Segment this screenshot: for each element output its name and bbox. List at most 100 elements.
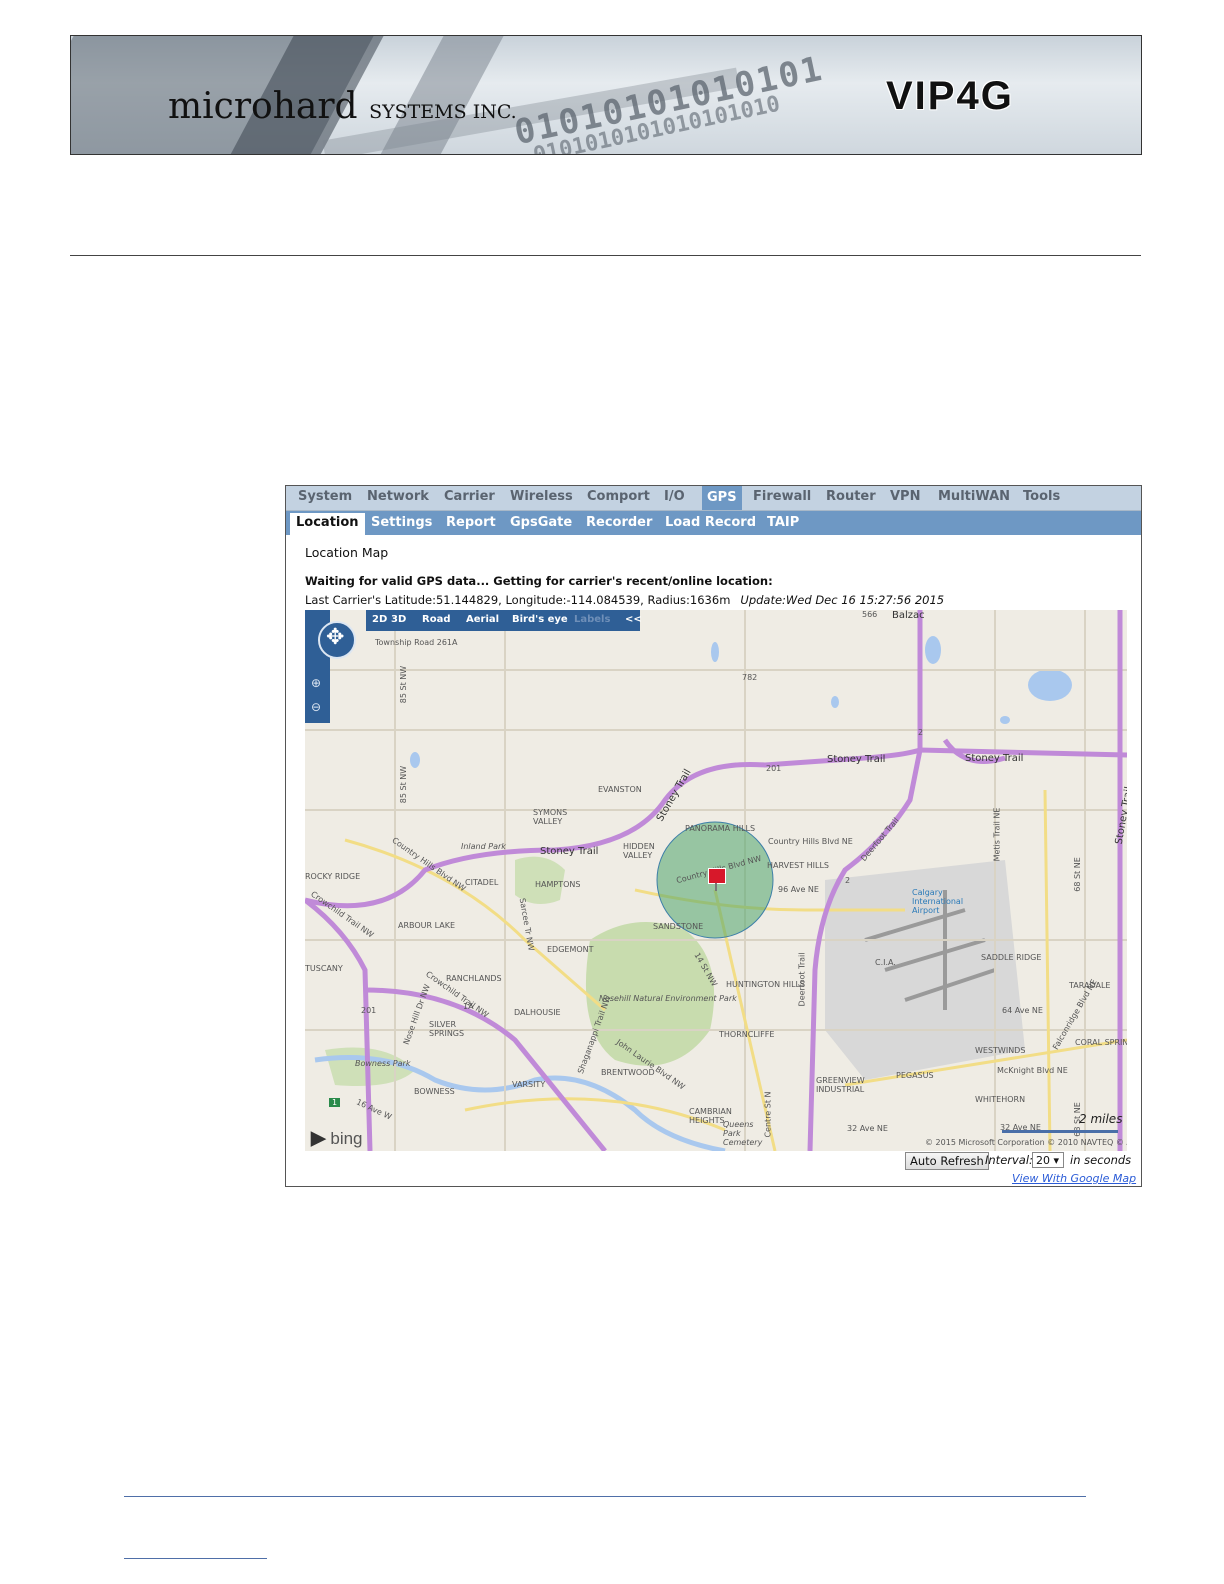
menu-item-firewall[interactable]: Firewall [753, 489, 811, 504]
interval-select[interactable]: 20 ▾ [1032, 1152, 1064, 1168]
map-label: RANCHLANDS [446, 974, 502, 983]
tab-settings[interactable]: Settings [371, 515, 432, 530]
highway-shield: 201 [766, 764, 782, 773]
update-timestamp: Update:Wed Dec 16 15:27:56 2015 [740, 593, 945, 607]
highway-shield: 2 [918, 728, 924, 737]
map-label: 85 St NW [399, 765, 409, 804]
menu-item-gps[interactable]: GPS [702, 486, 742, 510]
map-scale-label: 2 miles [1079, 1112, 1123, 1126]
map-label: Stoney Trail [827, 754, 886, 765]
carrier-coordinates: Last Carrier's Latitude:51.144829, Longi… [305, 593, 731, 607]
product-name: VIP4G [886, 74, 1014, 118]
map-label: Country Hills Blvd NE [768, 837, 853, 846]
bing-label: bing [330, 1129, 363, 1148]
menu-item-network[interactable]: Network [367, 489, 429, 504]
map-label: ROCKY RIDGE [305, 872, 361, 881]
interval-unit: in seconds [1070, 1153, 1132, 1167]
map-label: VARSITY [512, 1080, 546, 1089]
tab-taip[interactable]: TAIP [767, 515, 799, 530]
tab-location[interactable]: Location [290, 513, 365, 535]
map-label: HIDDEN VALLEY [623, 842, 655, 860]
map-label: HUNTINGTON HILLS [726, 980, 806, 989]
footer-rule [124, 1496, 1086, 1497]
footer-link-underline [124, 1558, 267, 1559]
logo-suffix: SYSTEMS INC. [369, 101, 517, 123]
map-label: Township Road 261A [375, 638, 458, 647]
tab-report[interactable]: Report [446, 515, 496, 530]
view-3d-button[interactable]: 3D [391, 614, 406, 625]
menu-item-carrier[interactable]: Carrier [444, 489, 495, 504]
tab-gpsgate[interactable]: GpsGate [510, 515, 572, 530]
map-scale-bar [1002, 1130, 1118, 1133]
map-label: Balzac [892, 610, 925, 621]
map-label: WHITEHORN [975, 1095, 1026, 1104]
map-label: Calgary International Airport [912, 888, 964, 915]
map-label: BRENTWOOD [601, 1068, 655, 1077]
pan-compass-icon[interactable] [318, 621, 356, 659]
view-aerial-button[interactable]: Aerial [466, 614, 499, 625]
map-label: SANDSTONE [653, 922, 704, 931]
map-label: EVANSTON [598, 785, 642, 794]
status-message: Waiting for valid GPS data... Getting fo… [305, 574, 773, 588]
view-2d-button[interactable]: 2D [372, 614, 387, 625]
map-label: 68 St NE [1072, 857, 1082, 892]
map-label: GREENVIEW INDUSTRIAL [816, 1076, 865, 1094]
map-copyright: © 2015 Microsoft Corporation © 2010 NAVT… [925, 1138, 1127, 1147]
collapse-toolbar-button[interactable]: << [625, 614, 642, 625]
map-label: 96 Ave NE [778, 885, 819, 894]
map-label: PEGASUS [896, 1071, 934, 1080]
menu-item-system[interactable]: System [298, 489, 352, 504]
bing-logo: ▶ bing [311, 1128, 363, 1149]
interval-label: Interval: [985, 1153, 1033, 1167]
menu-item-router[interactable]: Router [826, 489, 876, 504]
map-label: THORNCLIFFE [719, 1030, 775, 1039]
view-road-button[interactable]: Road [422, 614, 450, 625]
view-birds-eye-button[interactable]: Bird's eye [512, 614, 568, 625]
view-google-map-link[interactable]: View With Google Map [1012, 1172, 1136, 1185]
zoom-out-icon[interactable]: ⊖ [311, 700, 325, 714]
highway-shield: 201 [361, 1006, 377, 1015]
auto-refresh-button[interactable]: Auto Refresh [905, 1152, 989, 1170]
map-label: SYMONS VALLEY [533, 808, 568, 826]
menu-item-vpn[interactable]: VPN [890, 489, 920, 504]
map-label: Bowness Park [355, 1059, 411, 1068]
menu-item-wireless[interactable]: Wireless [510, 489, 573, 504]
map-label: CAMBRIAN HEIGHTS [689, 1107, 732, 1125]
map-label: HARVEST HILLS [767, 861, 830, 870]
menu-item-io[interactable]: I/O [664, 489, 685, 504]
header-banner: 01010101010101 0101010101010101010 micro… [70, 35, 1142, 155]
map-label: Stoney Trail [965, 753, 1024, 764]
header-rule [70, 255, 1141, 256]
highway-shield: 2 [845, 876, 851, 885]
location-pin-icon[interactable] [708, 868, 726, 891]
map-label: DALHOUSIE [514, 1008, 561, 1017]
map-label: C.I.A. [875, 958, 896, 967]
main-menu: System Network Carrier Wireless Comport … [286, 486, 1141, 511]
map-label: Centre St N [763, 1091, 773, 1138]
map-label: CITADEL [465, 878, 499, 887]
map-label: EDGEMONT [547, 945, 594, 954]
map-label: SILVER SPRINGS [429, 1020, 465, 1038]
highway-shield: 782 [742, 673, 758, 682]
location-map[interactable]: ⊕ ⊖ 2D 3D Road Aerial Bird's eye Labels … [305, 610, 1127, 1151]
map-label: 85 St NW [399, 665, 409, 704]
menu-item-multiwan[interactable]: MultiWAN [938, 489, 1010, 504]
zoom-in-icon[interactable]: ⊕ [311, 676, 325, 690]
gps-location-screenshot: System Network Carrier Wireless Comport … [285, 485, 1142, 1187]
highway-shield: 1A [463, 1002, 474, 1011]
menu-item-comport[interactable]: Comport [587, 489, 650, 504]
highway-shield: 1 [329, 1098, 341, 1107]
tab-recorder[interactable]: Recorder [586, 515, 652, 530]
section-title: Location Map [305, 545, 389, 560]
tab-load-record[interactable]: Load Record [665, 515, 756, 530]
map-label: ARBOUR LAKE [398, 921, 456, 930]
map-label: HAMPTONS [535, 880, 581, 889]
map-label: TUSCANY [305, 964, 343, 973]
map-label: WESTWINDS [975, 1046, 1026, 1055]
map-label: BOWNESS [414, 1087, 455, 1096]
coordinates-line: Last Carrier's Latitude:51.144829, Longi… [305, 593, 944, 607]
map-label: Inland Park [461, 842, 506, 851]
menu-item-tools[interactable]: Tools [1023, 489, 1060, 504]
view-labels-button[interactable]: Labels [574, 614, 610, 625]
map-label: PANORAMA HILLS [685, 824, 756, 833]
